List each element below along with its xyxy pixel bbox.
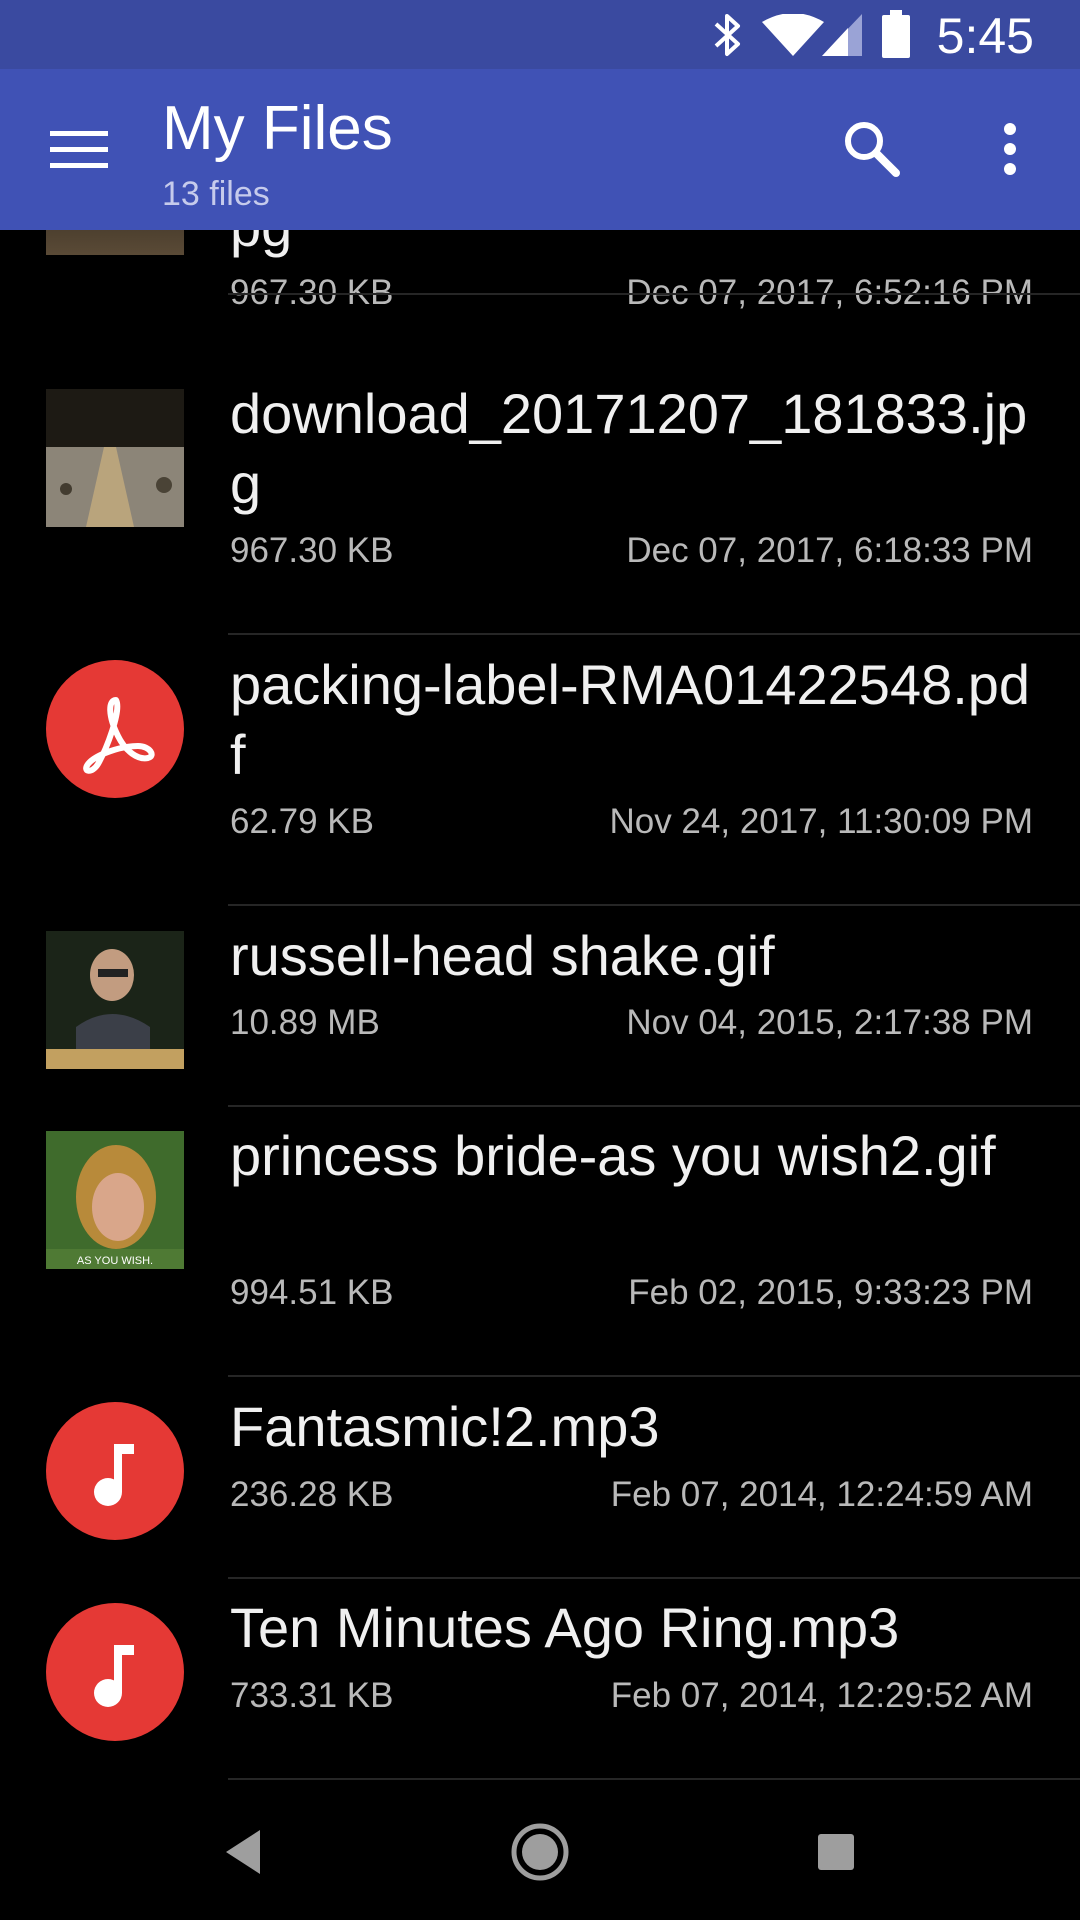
clock: 5:45 [936, 8, 1034, 64]
app-bar: My Files 13 files [0, 69, 1080, 230]
file-date: Nov 24, 2017, 11:30:09 PM [609, 802, 1033, 841]
status-bar: 5:45 [0, 0, 1080, 69]
file-row[interactable]: Ten Minutes Ago Ring.mp3 733.31 KB Feb 0… [0, 1579, 1080, 1780]
file-list: pg 967.30 KB Dec 07, 2017, 6:52:16 PM do… [0, 230, 1080, 1782]
divider [228, 633, 1080, 635]
file-row[interactable]: pg 967.30 KB Dec 07, 2017, 6:52:16 PM [0, 230, 1080, 364]
file-size: 733.31 KB [230, 1676, 394, 1715]
audio-file-icon [46, 1402, 184, 1540]
divider [228, 1778, 1080, 1780]
navigation-bar [0, 1782, 1080, 1920]
file-row[interactable]: russell-head shake.gif 10.89 MB Nov 04, … [0, 907, 1080, 1107]
music-note-icon [94, 1645, 134, 1707]
file-date: Feb 02, 2015, 9:33:23 PM [628, 1273, 1033, 1312]
divider [228, 904, 1080, 906]
divider [228, 1375, 1080, 1377]
music-note-icon [94, 1444, 134, 1506]
pdf-file-icon [46, 660, 184, 798]
file-row[interactable]: AS YOU WISH. princess bride-as you wish2… [0, 1107, 1080, 1378]
file-size: 994.51 KB [230, 1273, 394, 1312]
file-size: 62.79 KB [230, 802, 374, 841]
file-date: Nov 04, 2015, 2:17:38 PM [626, 1003, 1033, 1042]
file-name: Fantasmic!2.mp3 [230, 1395, 660, 1458]
file-date: Feb 07, 2014, 12:29:52 AM [610, 1676, 1033, 1715]
file-date: Dec 07, 2017, 6:18:33 PM [626, 531, 1033, 570]
page-title: My Files [162, 94, 393, 163]
more-vert-icon[interactable] [990, 117, 1030, 181]
file-row[interactable]: download_20171207_181833.jpg 967.30 KB D… [0, 365, 1080, 636]
search-icon[interactable] [840, 117, 904, 181]
file-date: Feb 07, 2014, 12:24:59 AM [610, 1475, 1033, 1514]
file-row[interactable]: packing-label-RMA01422548.pdf 62.79 KB N… [0, 636, 1080, 907]
file-count: 13 files [162, 175, 270, 213]
pdf-icon [83, 697, 155, 774]
file-name: princess bride-as you wish2.gif [230, 1124, 996, 1187]
file-size: 10.89 MB [230, 1003, 380, 1042]
file-thumbnail: AS YOU WISH. [46, 1131, 184, 1269]
home-icon[interactable] [504, 1816, 576, 1888]
bluetooth-icon [714, 14, 740, 56]
audio-file-icon [46, 1603, 184, 1741]
file-thumbnail [46, 931, 184, 1069]
file-name: russell-head shake.gif [230, 924, 775, 987]
file-thumbnail [46, 389, 184, 527]
thumbnail-caption: AS YOU WISH. [76, 1255, 154, 1267]
file-name: download_20171207_181833.jpg [230, 382, 1028, 515]
file-row[interactable]: Fantasmic!2.mp3 236.28 KB Feb 07, 2014, … [0, 1378, 1080, 1579]
recents-icon[interactable] [800, 1816, 872, 1888]
wifi-icon [762, 14, 824, 56]
file-name: packing-label-RMA01422548.pdf [230, 653, 1031, 786]
battery-icon [882, 10, 910, 58]
file-name: pg [230, 230, 1040, 262]
file-size: 236.28 KB [230, 1475, 394, 1514]
divider [228, 293, 1080, 295]
back-icon[interactable] [208, 1816, 280, 1888]
file-name: Ten Minutes Ago Ring.mp3 [230, 1596, 900, 1659]
file-size: 967.30 KB [230, 531, 394, 570]
cell-signal-icon [822, 14, 862, 56]
file-thumbnail [46, 230, 184, 255]
menu-icon[interactable] [40, 119, 120, 179]
